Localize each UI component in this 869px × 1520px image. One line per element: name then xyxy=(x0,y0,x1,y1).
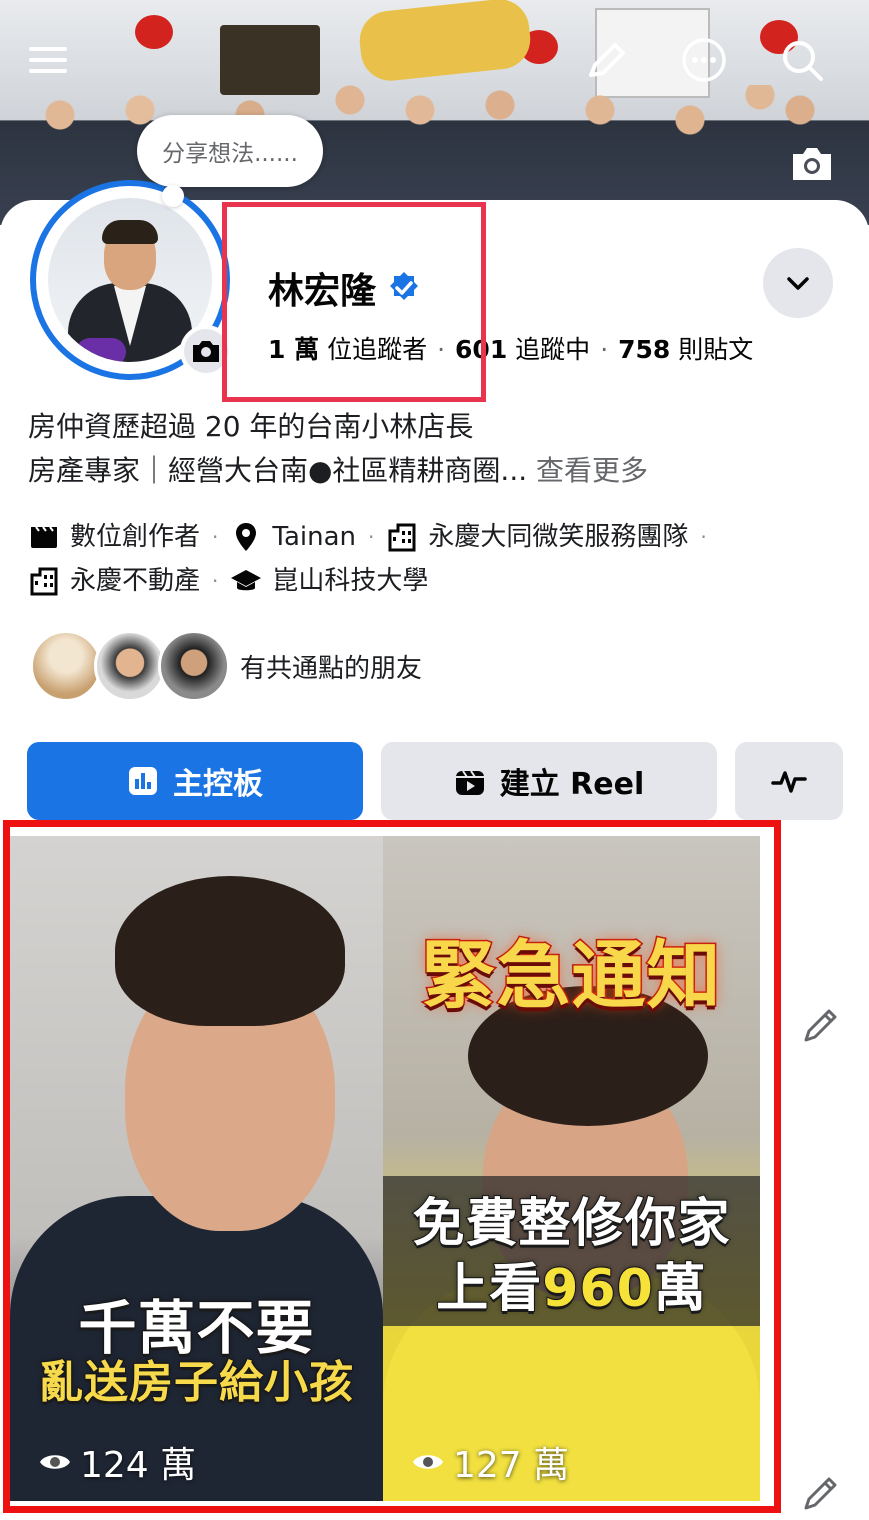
profile-dropdown-button[interactable] xyxy=(763,248,833,318)
edit-pencil-icon xyxy=(589,43,625,77)
profile-details: 數位創作者 · Tainan · 永慶大同微笑服務團隊 · 永慶不動產 · 崑山… xyxy=(28,515,858,603)
building-icon xyxy=(388,523,416,552)
graduation-cap-icon xyxy=(231,570,262,591)
reel-caption-part: 上看 xyxy=(435,1258,543,1320)
verified-badge-icon xyxy=(390,272,419,300)
eye-icon xyxy=(413,1455,443,1469)
more-options-button[interactable] xyxy=(676,32,732,88)
profile-stats: 1 萬 位追蹤者 · 601 追蹤中 · 758 則貼文 xyxy=(268,330,753,366)
share-thought-text: 分享想法...... xyxy=(162,141,298,167)
create-reel-button[interactable]: 建立 Reel xyxy=(381,742,717,820)
edit-profile-button[interactable] xyxy=(578,32,634,88)
reel-caption-part: 萬 xyxy=(653,1258,707,1320)
detail-separator: · xyxy=(212,569,219,593)
edit-pencil-icon[interactable] xyxy=(800,1472,842,1514)
reel-caption: 緊急通知 xyxy=(420,932,722,1021)
dashboard-label: 主控板 xyxy=(173,767,263,802)
profile-name-text: 林宏隆 xyxy=(268,271,377,312)
following-stat[interactable]: 601 追蹤中 xyxy=(455,335,590,364)
reel-views-count: 124 萬 xyxy=(80,1445,197,1486)
building-icon xyxy=(30,567,58,596)
detail-separator: · xyxy=(212,525,219,549)
chevron-down-icon xyxy=(787,277,809,290)
posts-stat[interactable]: 758 則貼文 xyxy=(618,335,753,364)
friend-avatar xyxy=(158,630,230,702)
profile-name: 林宏隆 xyxy=(268,262,422,314)
lantern-decoration xyxy=(135,15,173,49)
bubble-tail xyxy=(162,185,184,207)
search-icon xyxy=(783,41,823,81)
reel-thumbnail[interactable]: 千萬不要 亂送房子給小孩 124 萬 xyxy=(10,836,383,1501)
following-count: 601 xyxy=(455,335,508,364)
avatar-camera-button[interactable] xyxy=(180,325,232,377)
friend-avatar xyxy=(94,630,166,702)
bar-chart-icon xyxy=(129,767,157,795)
dashboard-button[interactable]: 主控板 xyxy=(27,742,363,820)
reel-icon xyxy=(455,770,484,795)
bio-line: 房仲資歷超過 20 年的台南小林店長 xyxy=(28,410,474,443)
bio-line: 房產專家｜經營大台南●社區精耕商圈... xyxy=(28,454,528,487)
followers-label: 位追蹤者 xyxy=(327,335,428,364)
edit-pencil-icon[interactable] xyxy=(800,1004,842,1046)
detail-text: 永慶不動產 xyxy=(70,566,201,596)
detail-location[interactable]: Tainan xyxy=(230,515,356,559)
reel-person-hair xyxy=(115,876,345,1026)
stat-separator: · xyxy=(437,335,446,364)
detail-text: 永慶大同微笑服務團隊 xyxy=(428,522,689,552)
location-pin-icon xyxy=(236,523,257,551)
camera-icon xyxy=(193,341,219,362)
cover-camera-button[interactable] xyxy=(784,135,840,191)
detail-separator: · xyxy=(368,525,375,549)
reel-views: 124 萬 xyxy=(38,1436,196,1488)
stat-separator: · xyxy=(600,335,609,364)
menu-button[interactable] xyxy=(20,32,76,88)
camera-icon xyxy=(793,148,831,180)
posts-count: 758 xyxy=(618,335,671,364)
menu-icon xyxy=(29,47,67,73)
reel-views-count: 127 萬 xyxy=(453,1445,570,1486)
following-label: 追蹤中 xyxy=(515,335,591,364)
detail-workplace[interactable]: 永慶大同微笑服務團隊 xyxy=(386,515,688,559)
mutual-friends[interactable]: 有共通點的朋友 xyxy=(30,630,422,702)
detail-education[interactable]: 崑山科技大學 xyxy=(230,559,428,603)
clapperboard-icon xyxy=(31,526,57,548)
detail-category[interactable]: 數位創作者 xyxy=(28,515,200,559)
see-more-link[interactable]: 查看更多 xyxy=(536,454,648,487)
reel-caption: 免費整修你家 xyxy=(411,1193,731,1255)
share-thought-bubble[interactable]: 分享想法...... xyxy=(137,115,323,187)
detail-workplace[interactable]: 永慶不動產 xyxy=(28,559,200,603)
activity-button[interactable] xyxy=(735,742,843,820)
detail-text: 數位創作者 xyxy=(70,522,201,552)
detail-separator: · xyxy=(700,525,707,549)
activity-pulse-icon xyxy=(771,771,807,793)
eye-icon xyxy=(40,1455,70,1469)
reel-caption: 上看960萬 xyxy=(383,1246,760,1321)
more-dots-icon xyxy=(682,38,726,82)
detail-text: Tainan xyxy=(272,522,356,552)
detail-text: 崑山科技大學 xyxy=(272,566,429,596)
reel-caption: 亂送房子給小孩 xyxy=(38,1356,354,1409)
profile-actions: 主控板 建立 Reel xyxy=(27,742,843,820)
profile-bio: 房仲資歷超過 20 年的台南小林店長 房產專家｜經營大台南●社區精耕商圈... … xyxy=(28,405,848,493)
posts-label: 則貼文 xyxy=(678,335,754,364)
mutual-friends-label: 有共通點的朋友 xyxy=(240,653,423,684)
reel-views: 127 萬 xyxy=(411,1436,569,1488)
friend-avatar xyxy=(30,630,102,702)
followers-stat[interactable]: 1 萬 位追蹤者 xyxy=(268,335,427,364)
create-reel-label: 建立 Reel xyxy=(499,767,645,802)
followers-count: 1 萬 xyxy=(268,335,320,364)
reel-thumbnail[interactable]: 緊急通知 免費整修你家 上看960萬 127 萬 xyxy=(383,836,760,1501)
search-button[interactable] xyxy=(774,32,830,88)
reel-caption-highlight: 960 xyxy=(541,1258,654,1320)
